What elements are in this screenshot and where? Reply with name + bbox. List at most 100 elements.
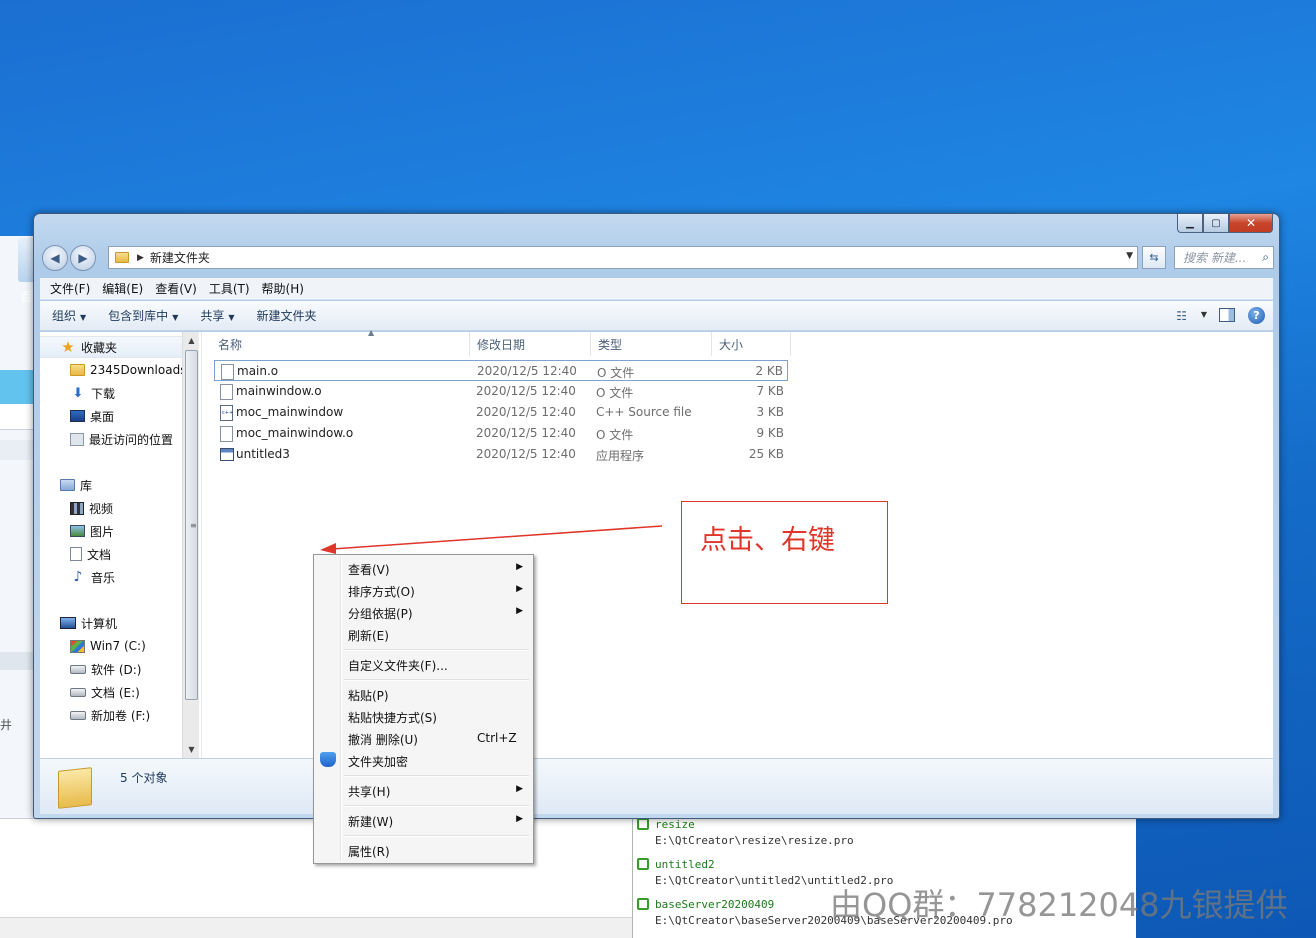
file-size: 9 KB xyxy=(756,426,784,440)
nav-item-2345downloads[interactable]: 2345Downloads xyxy=(40,359,182,381)
maximize-button[interactable]: ▢ xyxy=(1203,214,1229,233)
qt-project-name[interactable]: untitled2 xyxy=(655,858,715,871)
close-button[interactable]: ✕ xyxy=(1229,214,1273,233)
back-button[interactable]: ◀ xyxy=(42,245,68,271)
ctx-item-share[interactable]: 共享(H) ▶ xyxy=(316,779,531,801)
address-dropdown-icon[interactable]: ▼ xyxy=(1126,251,1133,261)
file-date: 2020/12/5 12:40 xyxy=(476,447,576,461)
ctx-item-paste[interactable]: 粘贴(P) xyxy=(316,683,531,705)
document-icon xyxy=(70,547,82,561)
nav-drive-e[interactable]: 文档 (E:) xyxy=(40,681,182,703)
scroll-down-icon[interactable]: ▼ xyxy=(183,741,200,758)
nav-scrollbar[interactable]: ▲ ≡ ▼ xyxy=(182,332,199,758)
background-window-band xyxy=(0,652,36,670)
nav-label: 图片 xyxy=(90,524,115,539)
file-icon xyxy=(220,384,233,400)
ctx-item-new[interactable]: 新建(W) ▶ xyxy=(316,809,531,831)
breadcrumb-current[interactable]: 新建文件夹 xyxy=(150,249,210,266)
ctx-separator xyxy=(344,679,529,681)
preview-pane-icon[interactable] xyxy=(1219,308,1235,322)
search-icon[interactable]: ⌕ xyxy=(1262,250,1269,265)
nav-item-desktop[interactable]: 桌面 xyxy=(40,405,182,427)
nav-item-recent[interactable]: 最近访问的位置 xyxy=(40,428,182,450)
organize-button[interactable]: 组织 ▼ xyxy=(52,307,86,324)
nav-favorites[interactable]: ★ 收藏夹 xyxy=(40,336,182,358)
ctx-label: 刷新(E) xyxy=(348,629,389,643)
scroll-up-icon[interactable]: ▲ xyxy=(183,332,200,349)
drive-icon xyxy=(70,687,86,697)
nav-item-videos[interactable]: 视频 xyxy=(40,497,182,519)
file-date: 2020/12/5 12:40 xyxy=(476,405,576,419)
library-icon xyxy=(60,479,75,491)
share-label: 共享 xyxy=(200,309,225,323)
ctx-item-paste-shortcut[interactable]: 粘贴快捷方式(S) xyxy=(316,705,531,727)
scrollbar-thumb[interactable]: ≡ xyxy=(185,350,198,700)
back-arrow-icon: ◀ xyxy=(50,251,60,265)
file-icon xyxy=(220,426,233,442)
nav-drive-d[interactable]: 软件 (D:) xyxy=(40,658,182,680)
menu-tools[interactable]: 工具(T) xyxy=(203,280,256,297)
ctx-item-view[interactable]: 查看(V) ▶ xyxy=(316,557,531,579)
windows-drive-icon xyxy=(70,639,85,653)
refresh-button[interactable]: ⇆ xyxy=(1142,246,1166,269)
ctx-item-sort-by[interactable]: 排序方式(O) ▶ xyxy=(316,579,531,601)
nav-item-downloads[interactable]: ⬇ 下载 xyxy=(40,382,182,404)
nav-item-documents[interactable]: 文档 xyxy=(40,543,182,565)
recent-places-icon xyxy=(70,432,84,446)
help-icon[interactable]: ? xyxy=(1248,307,1265,324)
nav-drive-f[interactable]: 新加卷 (F:) xyxy=(40,704,182,726)
menu-file[interactable]: 文件(F) xyxy=(44,280,96,297)
menu-help[interactable]: 帮助(H) xyxy=(256,280,310,297)
ctx-item-properties[interactable]: 属性(R) xyxy=(316,839,531,861)
forward-button[interactable]: ▶ xyxy=(70,245,96,271)
file-row[interactable]: untitled3 2020/12/5 12:40 应用程序 25 KB xyxy=(214,444,788,465)
ctx-label: 共享(H) xyxy=(348,785,391,799)
file-name: untitled3 xyxy=(236,447,290,461)
ctx-label: 属性(R) xyxy=(348,845,390,859)
ctx-item-refresh[interactable]: 刷新(E) xyxy=(316,623,531,645)
file-row[interactable]: main.o 2020/12/5 12:40 O 文件 2 KB xyxy=(214,360,788,381)
menu-view[interactable]: 查看(V) xyxy=(149,280,203,297)
context-menu: 查看(V) ▶ 排序方式(O) ▶ 分组依据(P) ▶ 刷新(E) 自定义文件夹(F)… xyxy=(313,554,534,864)
file-row[interactable]: mainwindow.o 2020/12/5 12:40 O 文件 7 KB xyxy=(214,381,788,402)
nav-drive-c[interactable]: Win7 (C:) xyxy=(40,635,182,657)
address-bar[interactable]: ▶ 新建文件夹 ▼ xyxy=(108,246,1138,269)
ctx-item-customize-folder[interactable]: 自定义文件夹(F)... xyxy=(316,653,531,675)
column-type[interactable]: 类型 xyxy=(592,332,712,356)
menu-edit[interactable]: 编辑(E) xyxy=(96,280,149,297)
content-area: ★ 收藏夹 2345Downloads ⬇ 下载 桌面 最近访问的位置 库 视频 图… xyxy=(40,328,1273,758)
include-library-button[interactable]: 包含到库中 ▼ xyxy=(108,307,178,324)
include-library-label: 包含到库中 xyxy=(108,309,169,323)
nav-libraries[interactable]: 库 xyxy=(40,474,182,496)
nav-computer[interactable]: 计算机 xyxy=(40,612,182,634)
file-row[interactable]: moc_mainwindow.o 2020/12/5 12:40 O 文件 9 … xyxy=(214,423,788,444)
search-input[interactable]: 搜索 新建... ⌕ xyxy=(1174,246,1274,269)
share-button[interactable]: 共享 ▼ xyxy=(200,307,234,324)
column-size[interactable]: 大小 xyxy=(713,332,791,356)
background-window-band xyxy=(0,440,36,460)
chevron-down-icon: ▼ xyxy=(228,313,235,322)
new-folder-button[interactable]: 新建文件夹 xyxy=(257,307,317,324)
submenu-arrow-icon: ▶ xyxy=(516,814,523,824)
file-type: O 文件 xyxy=(596,386,634,400)
status-bar: 5 个对象 xyxy=(40,758,1273,814)
forward-arrow-icon: ▶ xyxy=(78,251,88,265)
column-date[interactable]: 修改日期 xyxy=(471,332,591,356)
ctx-item-group-by[interactable]: 分组依据(P) ▶ xyxy=(316,601,531,623)
nav-item-pictures[interactable]: 图片 xyxy=(40,520,182,542)
ctx-item-folder-encrypt[interactable]: 文件夹加密 xyxy=(316,749,531,771)
music-icon: ♪ xyxy=(73,569,83,585)
column-name[interactable]: 名称 ▲ xyxy=(212,328,470,356)
shield-icon xyxy=(320,752,336,767)
qt-project-name[interactable]: baseServer20200409 xyxy=(655,898,774,911)
nav-item-music[interactable]: ♪ 音乐 xyxy=(40,566,182,588)
file-date: 2020/12/5 12:40 xyxy=(476,426,576,440)
qt-project-name[interactable]: resize xyxy=(655,818,695,831)
view-dropdown-icon[interactable]: ▼ xyxy=(1201,310,1207,319)
view-options-icon[interactable]: ☷ xyxy=(1176,309,1187,323)
folder-icon xyxy=(58,767,92,809)
breadcrumb-arrow-icon[interactable]: ▶ xyxy=(137,253,144,263)
minimize-button[interactable]: ▁ xyxy=(1177,214,1203,233)
file-row[interactable]: moc_mainwindow 2020/12/5 12:40 C++ Sourc… xyxy=(214,402,788,423)
ctx-item-undo-delete[interactable]: 撤消 删除(U) Ctrl+Z xyxy=(316,727,531,749)
